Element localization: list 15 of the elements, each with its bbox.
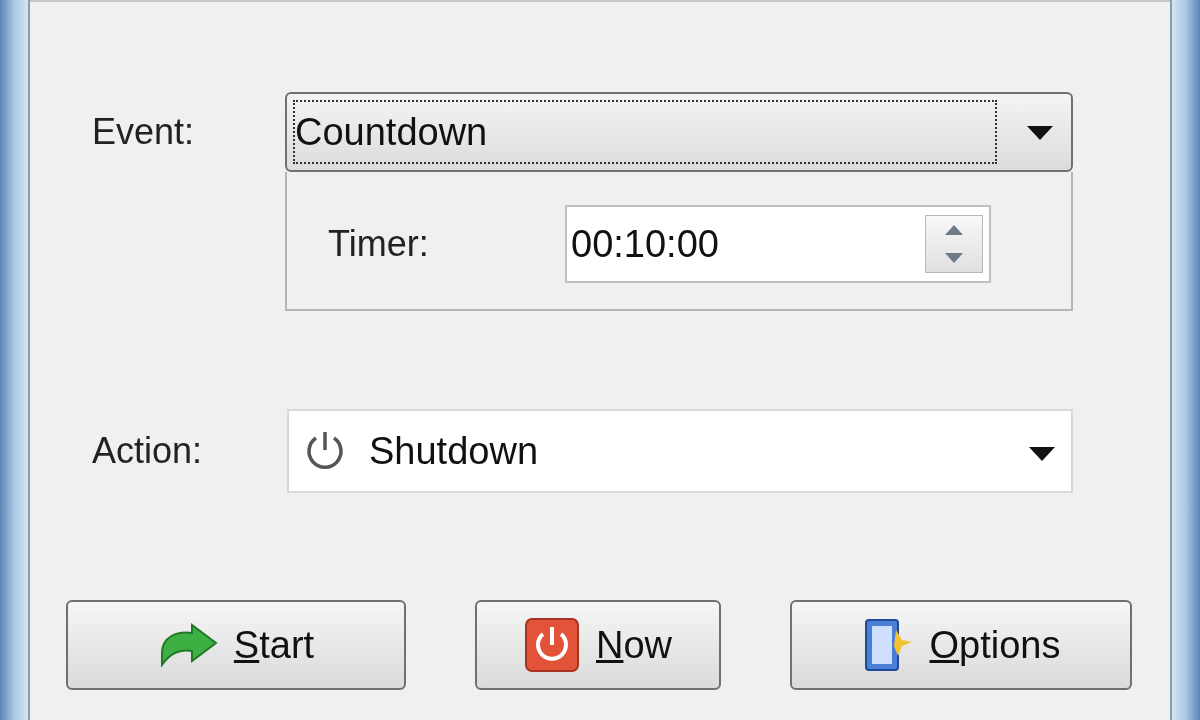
event-dropdown[interactable]: Countdown: [285, 92, 1073, 172]
timer-field[interactable]: 00:10:00: [565, 205, 991, 283]
spinner-control[interactable]: [925, 215, 983, 273]
power-icon: [524, 617, 580, 673]
down-arrow-icon: [945, 253, 963, 263]
timer-label: Timer:: [328, 222, 430, 266]
now-button[interactable]: Now: [475, 600, 721, 690]
action-dropdown[interactable]: Shutdown: [287, 409, 1073, 493]
up-arrow-icon: [945, 225, 963, 235]
dropdown-arrow-icon: [1027, 126, 1053, 140]
dropdown-arrow-icon: [1029, 447, 1055, 461]
options-button[interactable]: Options: [790, 600, 1132, 690]
start-button[interactable]: Start: [66, 600, 406, 690]
event-label: Event:: [92, 110, 196, 154]
action-label: Action:: [92, 429, 204, 473]
